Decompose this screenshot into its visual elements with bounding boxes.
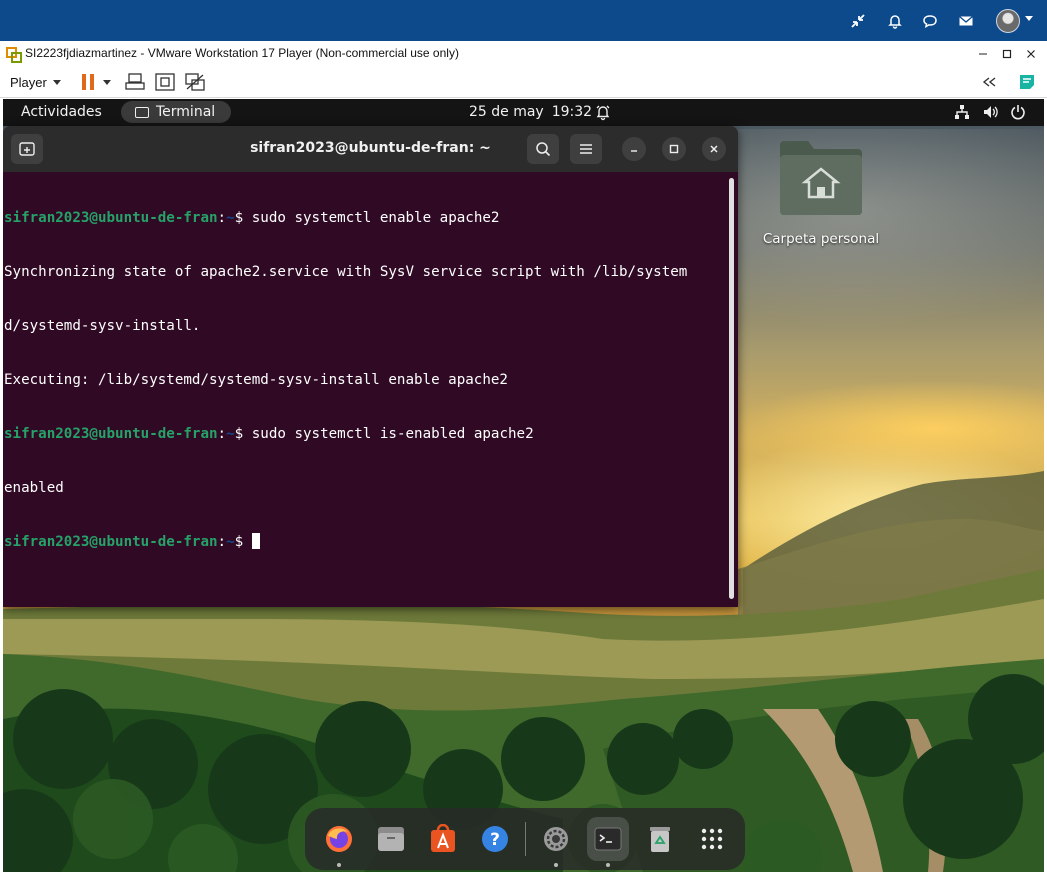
- prompt-user: sifran2023@ubuntu-de-fran: [4, 210, 218, 226]
- command-text: sudo systemctl enable apache2: [251, 210, 500, 226]
- user-avatar[interactable]: [996, 9, 1020, 33]
- terminal-line: d/systemd-sysv-install.: [4, 318, 201, 334]
- terminal-line: enabled: [4, 480, 64, 496]
- vmware-toolbar: Player: [0, 66, 1047, 98]
- folder-label: Carpeta personal: [762, 231, 880, 247]
- collapse-toolbar-icon[interactable]: [978, 71, 1000, 93]
- activities-button[interactable]: Actividades: [21, 104, 102, 120]
- chevron-down-icon: [52, 79, 61, 85]
- terminal-line: Executing: /lib/systemd/systemd-sysv-ins…: [4, 372, 508, 388]
- dock-separator: [525, 822, 526, 856]
- terminal-app-indicator[interactable]: Terminal: [121, 101, 231, 123]
- player-menu-button[interactable]: Player: [4, 71, 67, 93]
- notes-icon[interactable]: [1016, 71, 1038, 93]
- host-top-bar: [0, 0, 1047, 41]
- app-center-icon[interactable]: [422, 817, 464, 861]
- svg-text:?: ?: [490, 830, 500, 850]
- minimize-button[interactable]: [622, 137, 646, 161]
- terminal-scrollbar[interactable]: [729, 178, 734, 599]
- terminal-line: Synchronizing state of apache2.service w…: [4, 264, 688, 280]
- date-label: 25 de may: [469, 104, 544, 120]
- network-icon[interactable]: [953, 103, 971, 121]
- search-button[interactable]: [527, 134, 559, 164]
- terminal-output[interactable]: sifran2023@ubuntu-de-fran:~$ sudo system…: [4, 173, 726, 603]
- bell-icon[interactable]: [883, 9, 907, 33]
- desktop-home-folder[interactable]: Carpeta personal: [761, 139, 881, 259]
- trash-icon[interactable]: [639, 817, 681, 861]
- window-title: SI2223fjdiazmartinez - VMware Workstatio…: [25, 46, 459, 60]
- prompt-user: sifran2023@ubuntu-de-fran: [4, 426, 218, 442]
- search-icon: [536, 142, 551, 157]
- close-window-button[interactable]: [1020, 44, 1042, 64]
- command-text: sudo systemctl is-enabled apache2: [251, 426, 534, 442]
- maximize-window-button[interactable]: [996, 44, 1018, 64]
- terminal-line: sifran2023@ubuntu-de-fran:~$: [4, 533, 726, 551]
- unity-mode-icon[interactable]: [184, 71, 206, 93]
- player-menu-label: Player: [10, 74, 47, 90]
- firefox-icon[interactable]: [318, 817, 360, 867]
- pause-dropdown-icon[interactable]: [100, 71, 114, 93]
- send-ctrl-alt-del-icon[interactable]: [124, 71, 146, 93]
- alarm-bell-icon: [595, 103, 611, 125]
- power-icon[interactable]: [1009, 103, 1027, 121]
- vmware-logo-icon: [6, 47, 22, 63]
- settings-icon[interactable]: [535, 817, 577, 867]
- terminal-icon: [135, 106, 149, 118]
- fit-guest-icon[interactable]: [154, 71, 176, 93]
- minimize-arrows-icon[interactable]: [846, 9, 870, 33]
- terminal-header-bar[interactable]: sifran2023@ubuntu-de-fran: ~: [3, 126, 738, 172]
- maximize-button[interactable]: [662, 137, 686, 161]
- envelope-icon[interactable]: [954, 9, 978, 33]
- volume-icon[interactable]: [981, 103, 999, 121]
- time-label: 19:32: [551, 104, 593, 120]
- clock[interactable]: 25 de may 19:32: [469, 104, 592, 120]
- app-pill-label: Terminal: [156, 104, 216, 120]
- vm-guest-screen[interactable]: Actividades Terminal 25 de may 19:32 sif…: [3, 99, 1044, 872]
- text-cursor: [251, 533, 260, 549]
- show-apps-icon[interactable]: [691, 817, 733, 861]
- dock: ?: [305, 808, 745, 870]
- help-icon[interactable]: ?: [474, 817, 516, 861]
- pause-icon[interactable]: [77, 71, 99, 93]
- chat-bubble-icon[interactable]: [918, 9, 942, 33]
- terminal-window[interactable]: sifran2023@ubuntu-de-fran: ~ sifran2023@…: [3, 126, 738, 607]
- chevron-down-icon[interactable]: [1025, 16, 1033, 21]
- gnome-top-panel: Actividades Terminal 25 de may 19:32: [3, 99, 1044, 126]
- home-folder-icon: [780, 141, 862, 215]
- close-icon: [710, 145, 718, 153]
- terminal-line: sifran2023@ubuntu-de-fran:~$ sudo system…: [4, 210, 500, 226]
- close-button[interactable]: [702, 137, 726, 161]
- files-icon[interactable]: [370, 817, 412, 861]
- terminal-line: sifran2023@ubuntu-de-fran:~$ sudo system…: [4, 426, 534, 442]
- terminal-icon[interactable]: [587, 817, 629, 867]
- hamburger-icon: [580, 144, 592, 154]
- minimize-window-button[interactable]: [972, 44, 994, 64]
- menu-button[interactable]: [570, 134, 602, 164]
- prompt-user: sifran2023@ubuntu-de-fran: [4, 534, 218, 550]
- vmware-title-bar: SI2223fjdiazmartinez - VMware Workstatio…: [0, 42, 1047, 66]
